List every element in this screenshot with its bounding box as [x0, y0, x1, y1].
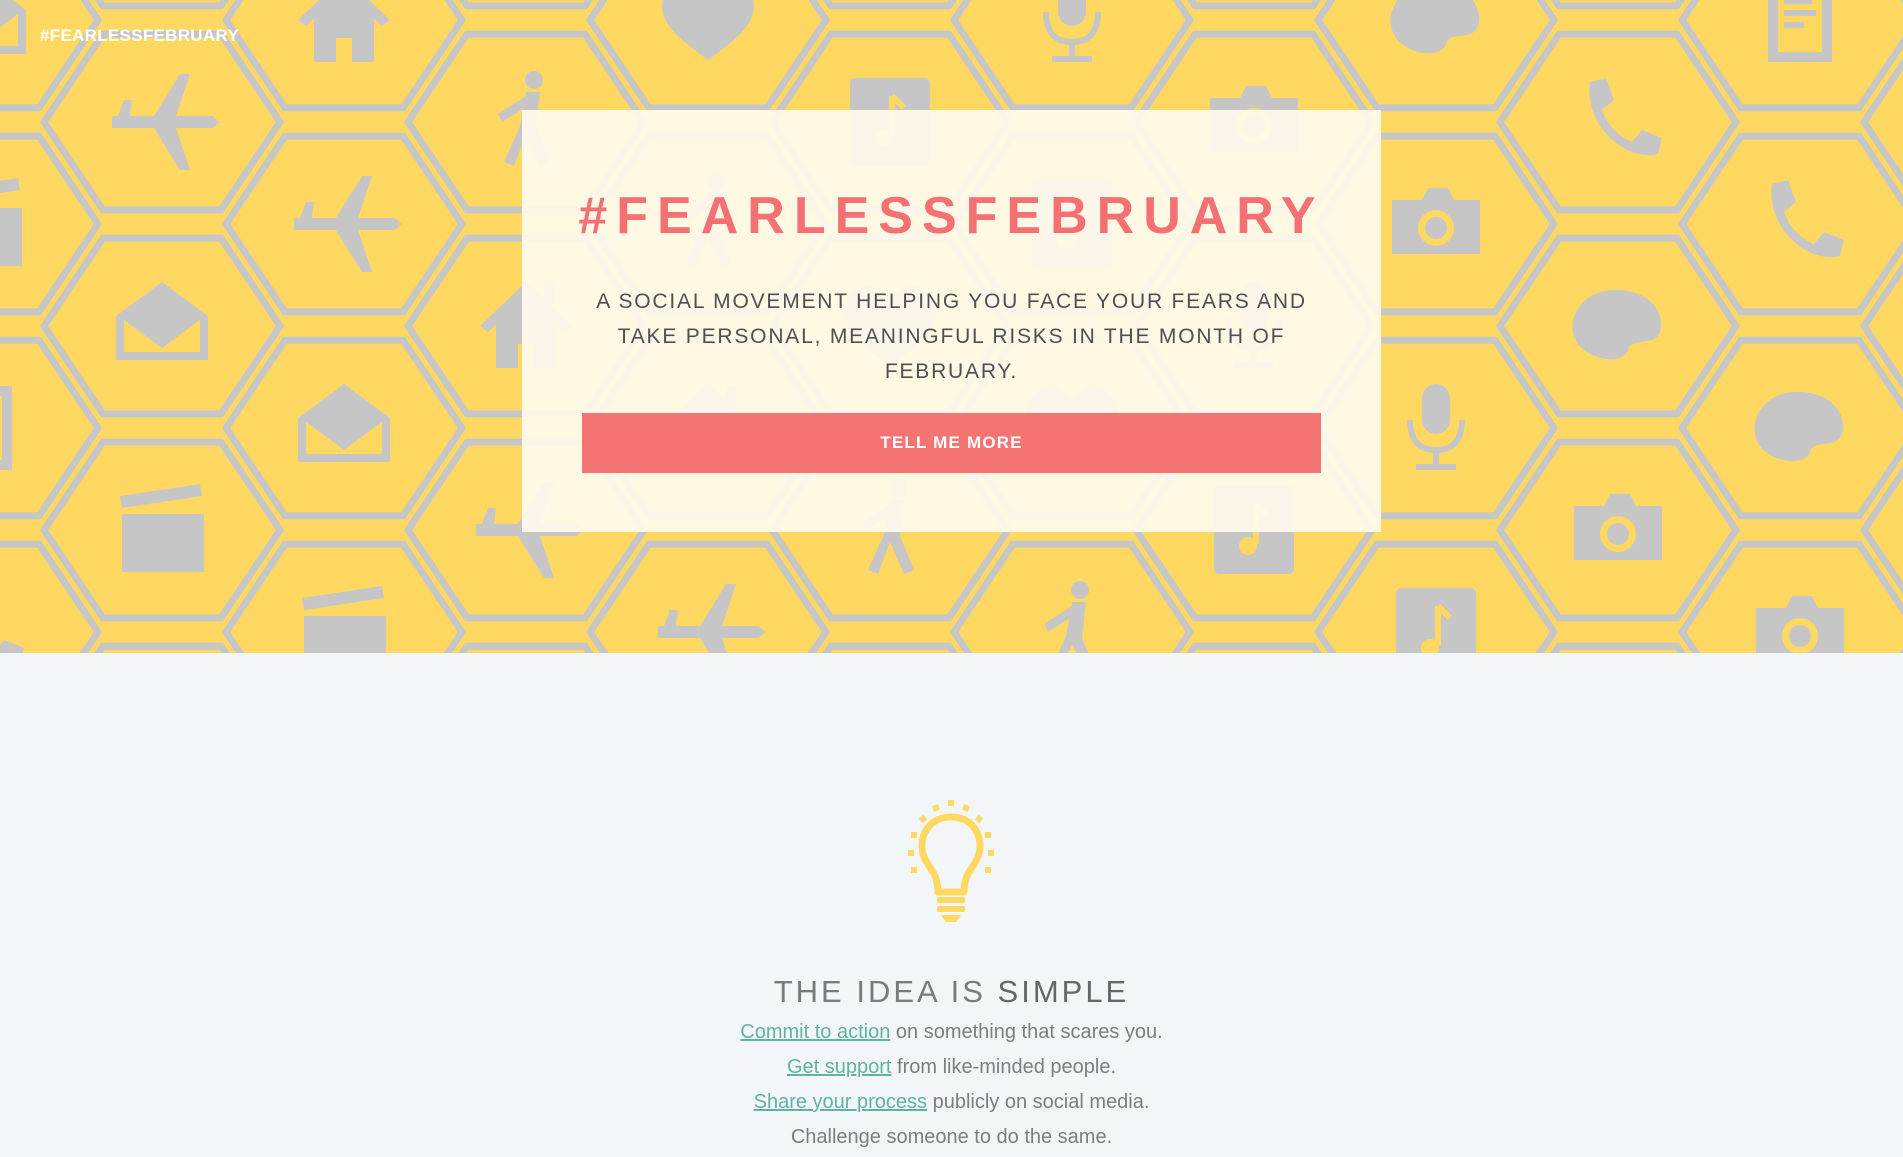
hero-section: #FEARLESSFEBRUARY #FEARLESSFEBRUARY A SO…	[0, 0, 1903, 653]
airplane-icon	[294, 176, 402, 272]
commit-to-action-link[interactable]: Commit to action	[740, 1021, 890, 1043]
idea-title-strong: SIMPLE	[997, 973, 1130, 1009]
idea-step: Commit to action on something that scare…	[0, 1015, 1903, 1050]
hexagon-cell	[94, 0, 230, 10]
hexagon-cell	[1186, 0, 1322, 10]
hexagon-cell	[1864, 646, 1903, 653]
idea-step: Share your process publicly on social me…	[0, 1085, 1903, 1120]
hero-title: #FEARLESSFEBRUARY	[578, 187, 1325, 245]
hexagon-cell	[0, 336, 103, 520]
lightbulb-icon	[908, 800, 994, 922]
document-icon	[0, 386, 12, 470]
palette-icon	[1390, 0, 1480, 54]
phone-icon	[0, 640, 24, 653]
airplane-icon	[658, 584, 766, 653]
idea-step-text: on something that scares you.	[895, 1021, 1163, 1043]
hexagon-cell	[458, 0, 594, 10]
phone-icon	[1589, 78, 1662, 156]
idea-step: Get support from like-minded people.	[0, 1050, 1903, 1085]
palette-icon	[1572, 289, 1662, 360]
heart-icon	[662, 0, 754, 60]
hexagon-cell	[458, 642, 594, 653]
idea-step-text: from like-minded people.	[897, 1056, 1117, 1078]
hexagon-cell	[1864, 0, 1903, 6]
hexagon-cell	[1550, 0, 1686, 10]
hexagon-cell	[822, 0, 958, 10]
microphone-icon	[1407, 384, 1465, 470]
microphone-icon	[1043, 0, 1101, 62]
brand-logo[interactable]: #FEARLESSFEBRUARY	[40, 26, 239, 46]
idea-step-text: Challenge someone to do the same.	[790, 1126, 1113, 1148]
hexagon-cell	[1186, 642, 1322, 653]
hexagon-cell	[1550, 642, 1686, 653]
clapperboard-icon	[120, 484, 204, 572]
hero-card: #FEARLESSFEBRUARY A SOCIAL MOVEMENT HELP…	[522, 110, 1381, 532]
hexagon-cell	[0, 540, 103, 653]
music-note-icon	[1396, 588, 1476, 653]
share-your-process-link[interactable]: Share your process	[754, 1091, 927, 1113]
document-icon	[1768, 0, 1832, 62]
hexagon-cell	[1859, 261, 1903, 391]
camera-icon	[1574, 494, 1662, 560]
clapperboard-icon	[302, 586, 386, 653]
camera-icon	[1392, 188, 1480, 254]
airplane-icon	[112, 74, 220, 170]
tell-me-more-button[interactable]: TELL ME MORE	[582, 413, 1321, 473]
clapperboard-icon	[0, 178, 22, 266]
idea-title-light: THE IDEA IS	[773, 973, 986, 1009]
palette-icon	[1754, 391, 1844, 462]
hero-subtitle: A SOCIAL MOVEMENT HELPING YOU FACE YOUR …	[596, 290, 1307, 383]
idea-section: THE IDEA IS SIMPLE Commit to action on s…	[0, 653, 1903, 1157]
hexagon-cell	[1859, 57, 1903, 187]
idea-step-text: publicly on social media.	[932, 1091, 1150, 1113]
phone-icon	[1771, 180, 1844, 258]
hexagon-cell	[1677, 132, 1903, 316]
envelope-icon	[116, 282, 208, 360]
hexagon-cell	[822, 642, 958, 653]
envelope-icon	[0, 0, 26, 54]
hexagon-cell	[1495, 30, 1741, 214]
camera-icon	[1756, 596, 1844, 653]
idea-step: Challenge someone to do the same.	[0, 1120, 1903, 1155]
envelope-icon	[298, 384, 390, 462]
hexagon-cell	[94, 642, 230, 653]
idea-steps: Commit to action on something that scare…	[0, 1015, 1903, 1155]
idea-title: THE IDEA IS SIMPLE	[0, 974, 1903, 1010]
walking-person-icon	[1044, 581, 1089, 653]
get-support-link[interactable]: Get support	[787, 1056, 892, 1078]
hexagon-cell	[1859, 465, 1903, 595]
home-icon	[298, 0, 390, 62]
